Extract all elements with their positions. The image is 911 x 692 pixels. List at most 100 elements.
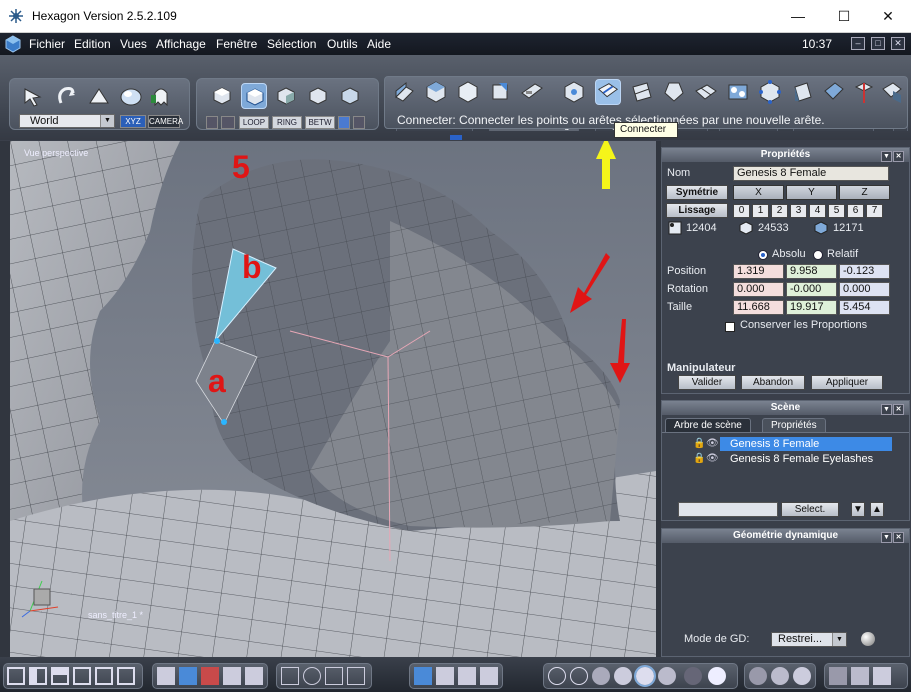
loop-select-button[interactable]: LOOP [239,116,269,129]
inner-close-button[interactable]: ✕ [891,37,905,50]
menu-edition[interactable]: Edition [74,37,111,51]
name-field[interactable]: Genesis 8 Female [733,166,889,181]
close-button[interactable]: ✕ [865,0,911,32]
menu-fenetre[interactable]: Fenêtre [216,37,257,51]
smooth-level-7[interactable]: 7 [866,204,883,218]
scene-move-down-button[interactable]: ▼ [851,502,865,517]
cube-extrude-icon[interactable] [423,79,449,105]
scene-move-up-button[interactable]: ▲ [870,502,884,517]
inner-restore-button[interactable]: □ [871,37,885,50]
tab-scene-tree[interactable]: Arbre de scène [665,418,751,432]
symmetry-y-button[interactable]: Y [786,185,837,200]
apply-button[interactable]: Appliquer [811,375,883,390]
object-mode-button[interactable] [305,83,331,109]
size-y-field[interactable]: 19.917 [786,300,837,315]
scene-item-genesis-8-female[interactable]: Genesis 8 Female [720,437,892,451]
layout-split-icon[interactable] [29,667,47,685]
fill-hole-tool-icon[interactable] [725,79,751,105]
3d-viewport[interactable]: Vue perspective sans_titre_1 * 5 b a [10,141,656,657]
bridge-tool-icon[interactable] [661,79,687,105]
paint-select-icon[interactable] [86,83,112,109]
minimize-button[interactable]: — [775,0,821,32]
environment-icon[interactable] [793,667,811,685]
zoom-icon[interactable] [325,667,343,685]
xyz-button[interactable]: XYZ [120,115,146,128]
scene-collapse-button[interactable]: ▼ [881,404,892,415]
smooth-sphere-icon[interactable] [614,667,632,685]
tessellate-tool-icon[interactable] [693,79,719,105]
weld-tool-icon[interactable] [561,79,587,105]
smooth-tool-icon[interactable] [789,79,815,105]
smooth-level-2[interactable]: 2 [771,204,788,218]
edge-mode-button[interactable] [241,83,267,109]
gd-sphere-icon[interactable] [861,632,875,646]
symmetry-x-button[interactable]: X [733,185,784,200]
rotation-z-field[interactable]: 0.000 [839,282,890,297]
relative-radio[interactable] [813,250,823,260]
menu-affichage[interactable]: Affichage [156,37,206,51]
carve-tool-icon[interactable] [821,79,847,105]
extrude-tool-icon[interactable] [391,79,417,105]
view-eye-icon[interactable] [347,667,365,685]
abandon-button[interactable]: Abandon [741,375,805,390]
bevel-tool-icon[interactable] [455,79,481,105]
scene-select-button[interactable]: Select. [781,502,839,517]
keep-proportions-checkbox[interactable] [725,322,735,332]
position-x-field[interactable]: 1.319 [733,264,784,279]
connect-tool-icon[interactable] [595,79,621,105]
frame-icon[interactable] [281,667,299,685]
inner-minimize-button[interactable]: – [851,37,865,50]
scene-item-genesis-8-female-eyelashes[interactable]: Genesis 8 Female Eyelashes [720,452,892,466]
grid-alt-icon[interactable] [245,667,263,685]
eye-icon[interactable]: 👁 [706,453,719,464]
left-dock-edge[interactable] [0,141,10,657]
smooth-level-1[interactable]: 1 [752,204,769,218]
ghost-select-icon[interactable] [148,83,174,109]
wire-hidden-icon[interactable] [570,667,588,685]
dyngeo-close-button[interactable]: ✕ [893,532,904,543]
grid-settings-icon[interactable] [157,667,175,685]
ambient-icon[interactable] [771,667,789,685]
menu-outils[interactable]: Outils [327,37,358,51]
render-sphere-icon[interactable] [708,667,726,685]
menu-selection[interactable]: Sélection [267,37,316,51]
face-mode-button[interactable] [273,83,299,109]
lasso-select-geo-icon[interactable] [757,79,783,105]
vertex-mode-button[interactable] [209,83,235,109]
toolbar-collapse-handle[interactable] [450,135,462,140]
slice-tool-icon[interactable] [629,79,655,105]
layout-four-icon[interactable] [117,667,135,685]
lock-icon[interactable]: 🔒 [693,438,705,449]
absolute-radio[interactable] [758,250,768,260]
layout-quad-icon[interactable] [95,667,113,685]
render-box-icon[interactable] [829,667,847,685]
render-preview-icon[interactable] [851,667,869,685]
symmetry-button[interactable]: Symétrie [666,185,728,200]
separate-tool-icon[interactable] [879,79,905,105]
grow-select-button[interactable] [338,116,350,129]
panel-close-button[interactable]: ✕ [893,151,904,162]
panel-collapse-button[interactable]: ▼ [881,151,892,162]
grid-red-icon[interactable] [201,667,219,685]
hexagon-logo-icon[interactable] [4,35,22,53]
position-y-field[interactable]: 9.958 [786,264,837,279]
position-z-field[interactable]: -0.123 [839,264,890,279]
size-x-field[interactable]: 11.668 [733,300,784,315]
layout-triple-icon[interactable] [73,667,91,685]
rotation-x-field[interactable]: 0.000 [733,282,784,297]
between-select-button[interactable]: BETW [305,116,335,129]
smooth-wire-sphere-icon[interactable] [634,665,656,687]
validate-button[interactable]: Valider [678,375,736,390]
textured-sphere-icon[interactable] [658,667,676,685]
universal-manipulator-icon[interactable] [436,667,454,685]
scene-search-input[interactable] [678,502,778,517]
camera-button[interactable]: CAMERA [148,115,183,128]
rotate-manipulator-icon[interactable] [458,667,476,685]
symmetry-tool-icon[interactable] [851,79,877,105]
smooth-level-3[interactable]: 3 [790,204,807,218]
light-icon[interactable] [749,667,767,685]
scene-close-button[interactable]: ✕ [893,404,904,415]
lock-icon[interactable]: 🔒 [693,453,705,464]
inset-tool-icon[interactable] [519,79,545,105]
ring-select-button[interactable]: RING [272,116,302,129]
